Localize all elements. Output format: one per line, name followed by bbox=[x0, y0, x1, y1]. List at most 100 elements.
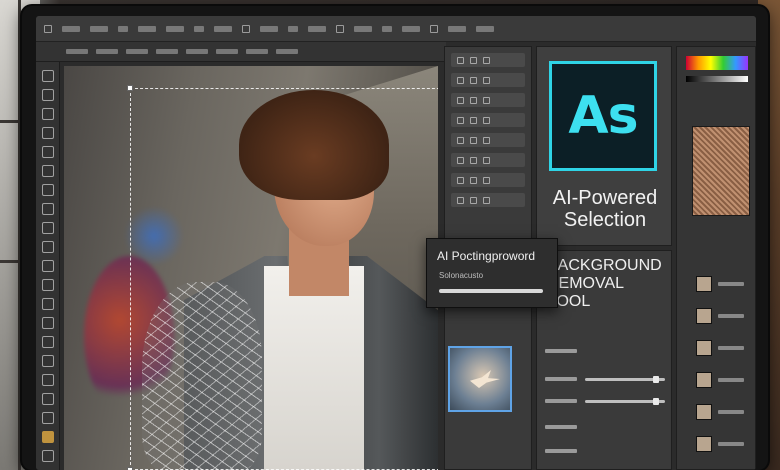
option-control[interactable] bbox=[186, 49, 208, 54]
lasso-icon[interactable] bbox=[41, 108, 54, 120]
healing-icon[interactable] bbox=[41, 165, 54, 177]
brand-caption-line: AI-Powered bbox=[552, 187, 658, 209]
option-control[interactable] bbox=[156, 49, 178, 54]
layer-icon bbox=[483, 116, 490, 124]
option-control[interactable] bbox=[96, 49, 118, 54]
eraser-icon[interactable] bbox=[41, 241, 54, 253]
menu-item[interactable] bbox=[382, 25, 392, 32]
layer-name[interactable] bbox=[718, 346, 744, 350]
layer-name[interactable] bbox=[718, 410, 744, 414]
dodge-icon[interactable] bbox=[41, 298, 54, 310]
panel-row[interactable] bbox=[451, 73, 525, 87]
option-control[interactable] bbox=[126, 49, 148, 54]
layer-name[interactable] bbox=[718, 282, 744, 286]
panel-row[interactable] bbox=[451, 113, 525, 127]
feature-title-line: Tool bbox=[547, 293, 591, 310]
feature-title: Background Removal Tool bbox=[547, 257, 677, 311]
menu-item[interactable] bbox=[194, 25, 204, 32]
monitor: As AI-Powered Selection Background Remov… bbox=[22, 6, 768, 470]
brand-panel: As AI-Powered Selection bbox=[536, 46, 672, 246]
brush-icon[interactable] bbox=[41, 184, 54, 196]
menu-item[interactable] bbox=[62, 25, 80, 32]
panel-row[interactable] bbox=[451, 173, 525, 187]
selection-marquee[interactable] bbox=[127, 85, 438, 470]
property-slider[interactable] bbox=[585, 397, 665, 405]
layer-icon bbox=[483, 96, 490, 104]
crop-icon[interactable] bbox=[41, 127, 54, 139]
slider-knob[interactable] bbox=[653, 375, 659, 383]
color-picker-icon[interactable] bbox=[41, 431, 54, 443]
layer-icon bbox=[483, 196, 490, 204]
color-swatches[interactable] bbox=[686, 56, 748, 70]
mask-icon[interactable] bbox=[41, 450, 54, 462]
menu-item[interactable] bbox=[288, 25, 298, 32]
panel-row[interactable] bbox=[451, 153, 525, 167]
menu-item[interactable] bbox=[402, 25, 420, 32]
path-select-icon[interactable] bbox=[41, 355, 54, 367]
resize-handle[interactable] bbox=[127, 85, 133, 91]
eyedropper-icon[interactable] bbox=[41, 146, 54, 158]
text-icon[interactable] bbox=[41, 336, 54, 348]
grayscale-swatches[interactable] bbox=[686, 76, 748, 82]
layer-thumbnail[interactable] bbox=[696, 308, 712, 324]
menu-option-icon[interactable] bbox=[242, 24, 250, 33]
image-thumbnail[interactable] bbox=[448, 346, 512, 412]
panel-row[interactable] bbox=[451, 133, 525, 147]
pen-icon[interactable] bbox=[41, 317, 54, 329]
texture-preview[interactable] bbox=[692, 126, 750, 216]
option-control[interactable] bbox=[276, 49, 298, 54]
property-slider[interactable] bbox=[585, 375, 665, 383]
menu-item[interactable] bbox=[118, 25, 128, 32]
layer-icon bbox=[470, 56, 477, 64]
blur-icon[interactable] bbox=[41, 279, 54, 291]
layer-icon bbox=[483, 176, 490, 184]
menu-item[interactable] bbox=[138, 25, 156, 32]
menu-item[interactable] bbox=[308, 25, 326, 32]
menu-item[interactable] bbox=[90, 25, 108, 32]
menu-item[interactable] bbox=[448, 25, 466, 32]
layer-name[interactable] bbox=[718, 314, 744, 318]
menu-item[interactable] bbox=[476, 25, 494, 32]
editor-screen: As AI-Powered Selection Background Remov… bbox=[36, 16, 756, 470]
zoom-icon[interactable] bbox=[41, 412, 54, 424]
layer-thumbnail[interactable] bbox=[696, 404, 712, 420]
property-row[interactable] bbox=[545, 347, 665, 355]
option-control[interactable] bbox=[216, 49, 238, 54]
gradient-icon[interactable] bbox=[41, 260, 54, 272]
property-row[interactable] bbox=[545, 447, 665, 455]
slider-knob[interactable] bbox=[653, 397, 659, 405]
photo-canvas[interactable] bbox=[64, 66, 438, 470]
property-row[interactable] bbox=[545, 375, 665, 383]
menu-item[interactable] bbox=[166, 25, 184, 32]
property-row[interactable] bbox=[545, 397, 665, 405]
hand-icon[interactable] bbox=[41, 393, 54, 405]
dialog-slider[interactable] bbox=[439, 289, 543, 293]
panel-row[interactable] bbox=[451, 93, 525, 107]
feature-title-line: Removal bbox=[547, 275, 625, 292]
panel-row[interactable] bbox=[451, 193, 525, 207]
app-menu-icon[interactable] bbox=[44, 24, 52, 33]
layer-name[interactable] bbox=[718, 442, 744, 446]
layer-thumbnail[interactable] bbox=[696, 276, 712, 292]
stamp-icon[interactable] bbox=[41, 203, 54, 215]
layer-name[interactable] bbox=[718, 378, 744, 382]
marquee-icon[interactable] bbox=[41, 89, 54, 101]
move-icon[interactable] bbox=[41, 70, 54, 82]
property-row[interactable] bbox=[545, 423, 665, 431]
history-brush-icon[interactable] bbox=[41, 222, 54, 234]
layer-thumbnail[interactable] bbox=[696, 372, 712, 388]
menu-item[interactable] bbox=[354, 25, 372, 32]
layer-icon bbox=[470, 96, 477, 104]
option-control[interactable] bbox=[66, 49, 88, 54]
layer-thumbnail[interactable] bbox=[696, 340, 712, 356]
option-control[interactable] bbox=[246, 49, 268, 54]
panel-row[interactable] bbox=[451, 53, 525, 67]
menu-option-icon[interactable] bbox=[430, 24, 438, 33]
ai-dialog[interactable]: AI Poctingproword Solonacusto bbox=[426, 238, 558, 308]
shape-icon[interactable] bbox=[41, 374, 54, 386]
menu-option-icon[interactable] bbox=[336, 24, 344, 33]
menu-item[interactable] bbox=[214, 25, 232, 32]
menu-item[interactable] bbox=[260, 25, 278, 32]
dialog-subtitle: Solonacusto bbox=[439, 271, 484, 280]
layer-thumbnail[interactable] bbox=[696, 436, 712, 452]
